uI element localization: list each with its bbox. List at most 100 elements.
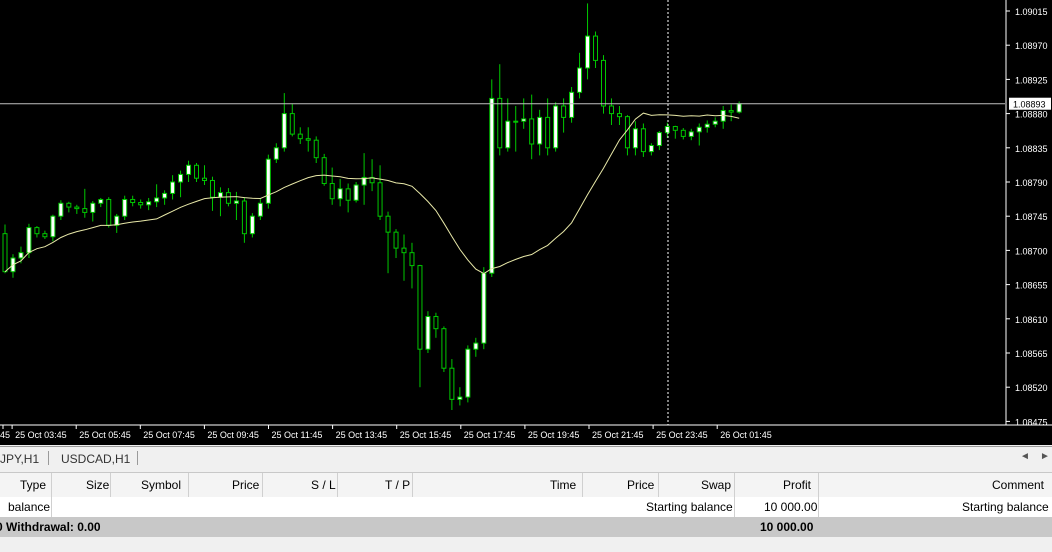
candle-body (297, 133, 303, 140)
candle-body (209, 179, 215, 198)
col-header-size[interactable]: Size (86, 478, 109, 492)
candle-body (561, 105, 567, 118)
total-profit: 10 000.00 (760, 520, 814, 534)
candle-body (608, 105, 614, 115)
time-tick-label: 25 Oct 13:45 (336, 430, 388, 440)
candle-body (688, 131, 694, 137)
candle-body (2, 233, 8, 273)
candle-body (473, 342, 479, 350)
table-row[interactable]: balance Starting balance 10 000.00 Start… (0, 497, 1052, 517)
time-tick-label: 25 Oct 11:45 (272, 430, 323, 440)
candle-body (162, 192, 168, 199)
col-header-price[interactable]: Price (232, 478, 259, 492)
candle-body (481, 272, 487, 344)
candle-body (433, 316, 439, 330)
candle-body (82, 208, 88, 213)
col-header-type[interactable]: Type (20, 478, 46, 492)
candle-body (50, 215, 56, 238)
price-tick-label: 1.08745 (1015, 212, 1048, 222)
candle-body (130, 198, 136, 204)
candle-body (377, 182, 383, 217)
candle-body (545, 116, 551, 149)
candle-body (417, 265, 423, 350)
candle-body (441, 328, 447, 369)
column-divider (582, 473, 583, 497)
col-header-close-price[interactable]: Price (627, 478, 654, 492)
candle-body (249, 215, 255, 235)
current-price-label: 1.08893 (1013, 100, 1046, 110)
candle-body (585, 35, 591, 69)
column-divider (734, 497, 735, 517)
time-tick-label: 25 Oct 21:45 (592, 430, 644, 440)
candle-body (233, 200, 239, 204)
tab-usdcad-h1[interactable]: USDCAD,H1 (61, 452, 130, 466)
candlestick-chart[interactable]: 1.09015 1.08970 1.08925 1.08880 1.08835 1.087… (0, 0, 1052, 445)
candle-body (353, 184, 359, 201)
col-header-profit[interactable]: Profit (783, 478, 811, 492)
candle-body (616, 113, 622, 118)
candle-body (257, 202, 263, 217)
candle-body (648, 145, 654, 153)
candle-body (529, 118, 535, 145)
trade-table-header: Type Size Symbol Price S / L T / P Time … (0, 472, 1052, 498)
col-header-time[interactable]: Time (550, 478, 576, 492)
column-divider (412, 473, 413, 497)
chart-tabs-bar: JPY,H1 USDCAD,H1 ◄ ► (0, 446, 1052, 471)
candle-body (680, 129, 686, 137)
column-divider (262, 473, 263, 497)
table-total-row: 0 Withdrawal: 0.00 10 000.00 (0, 517, 1052, 537)
candle-body (122, 198, 128, 217)
col-header-sl[interactable]: S / L (311, 478, 336, 492)
price-tick-label: 1.08925 (1015, 75, 1048, 85)
price-tick-label: 1.08610 (1015, 315, 1048, 325)
price-tick-label: 1.09015 (1015, 7, 1048, 17)
row-close-price: Starting balance (646, 500, 733, 514)
price-tick-label: 1.08790 (1015, 178, 1048, 188)
candle-body (241, 200, 247, 235)
price-tick-label: 1.08835 (1015, 144, 1048, 154)
column-divider (658, 473, 659, 497)
candle-body (569, 91, 575, 118)
candle-body (704, 123, 710, 128)
bottom-strip (0, 537, 1052, 552)
candle-body (225, 192, 231, 204)
candle-body (736, 103, 742, 113)
candle-body (601, 59, 606, 107)
candle-body (409, 252, 415, 267)
column-divider (188, 473, 189, 497)
candle-body (728, 110, 734, 113)
tab-separator (48, 451, 49, 465)
candle-body (640, 128, 646, 153)
price-tick-label: 1.08520 (1015, 383, 1048, 393)
column-divider (51, 473, 52, 497)
candle-body (98, 198, 104, 204)
candle-body (489, 97, 495, 274)
tab-jpy-h1[interactable]: JPY,H1 (0, 452, 39, 466)
candle-body (265, 158, 271, 204)
candle-body (186, 164, 192, 175)
candle-body (321, 157, 327, 185)
candle-body (58, 202, 64, 217)
col-header-tp[interactable]: T / P (385, 478, 410, 492)
col-header-symbol[interactable]: Symbol (141, 478, 181, 492)
candle-body (449, 367, 455, 400)
time-tick-label: 25 Oct 07:45 (143, 430, 195, 440)
candle-body (513, 120, 519, 123)
time-tick-label: 25 Oct 17:45 (464, 430, 516, 440)
candle-body (114, 215, 120, 226)
candle-body (553, 105, 559, 149)
candle-body (505, 120, 511, 149)
candle-body (217, 192, 223, 198)
scroll-right-icon[interactable]: ► (1040, 451, 1050, 462)
column-divider (818, 473, 819, 497)
candle-body (632, 128, 638, 149)
candle-body (138, 202, 144, 206)
time-tick-label: 25 Oct 03:45 (15, 430, 67, 440)
col-header-swap[interactable]: Swap (701, 478, 731, 492)
scroll-left-icon[interactable]: ◄ (1020, 451, 1030, 462)
col-header-comment[interactable]: Comment (992, 478, 1044, 492)
row-profit: 10 000.00 (764, 500, 818, 514)
price-chart[interactable]: 1.09015 1.08970 1.08925 1.08880 1.08835 1.087… (0, 0, 1052, 445)
column-divider (734, 473, 735, 497)
column-divider (818, 497, 819, 517)
